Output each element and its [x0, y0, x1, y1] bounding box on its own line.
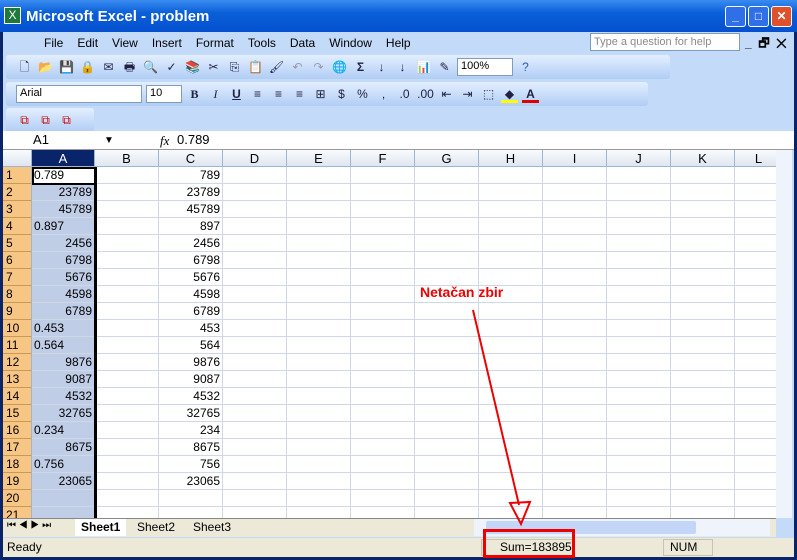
annotation-arrow	[472, 309, 532, 527]
